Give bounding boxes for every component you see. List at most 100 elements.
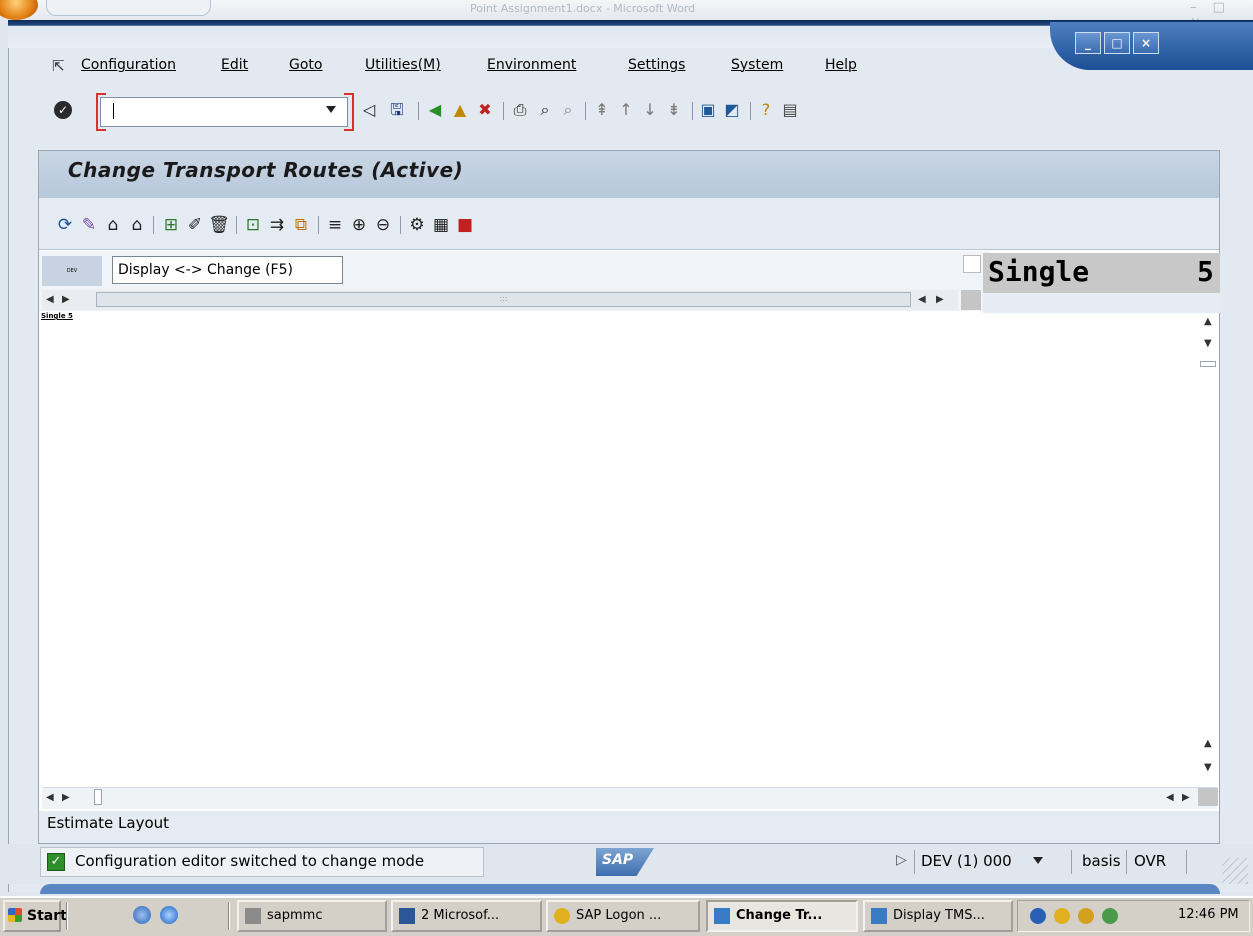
enter-icon[interactable]: ✓ <box>54 101 72 119</box>
menu-goto[interactable]: Goto <box>289 57 322 73</box>
taskbar-item-display-tms[interactable]: Display TMS... <box>863 900 1013 932</box>
security-tray-icon[interactable] <box>1078 908 1094 924</box>
taskbar-item-microsoft-word[interactable]: 2 Microsof... <box>391 900 542 932</box>
scroll-right-icon[interactable]: ▶ <box>1182 792 1190 803</box>
vertical-scroll-thumb[interactable] <box>1200 361 1216 367</box>
taskbar-item-sapmmc[interactable]: sapmmc <box>237 900 387 932</box>
settings-icon[interactable]: ⚙ <box>406 214 428 236</box>
toolbar-separator <box>585 102 586 120</box>
menu-configuration[interactable]: Configuration <box>81 57 176 73</box>
overview-mini-tile[interactable]: DEV <box>42 256 102 286</box>
show-desktop-icon[interactable] <box>133 906 151 924</box>
new-session-icon[interactable]: ▣ <box>698 100 718 120</box>
print-icon[interactable]: ⎙ <box>510 100 530 120</box>
command-history-dropdown-icon[interactable] <box>326 106 336 113</box>
help-tray-icon[interactable] <box>1030 908 1046 924</box>
last-page-icon[interactable]: ⇟ <box>664 100 684 120</box>
previous-page-icon[interactable]: ↑ <box>616 100 636 120</box>
tiny-node-label[interactable]: Single 5 <box>41 312 73 320</box>
menu-help[interactable]: Help <box>825 57 857 73</box>
toolbar-separator <box>750 102 751 120</box>
help-icon[interactable]: ? <box>756 100 776 120</box>
display-change-icon[interactable]: ✎ <box>78 214 100 236</box>
info-icon[interactable]: ■ <box>454 214 476 236</box>
scrollbar-thumb[interactable] <box>94 789 102 805</box>
refresh-icon[interactable]: ⟳ <box>54 214 76 236</box>
word-window-controls[interactable]: – □ × <box>1190 0 1250 30</box>
legend-icon[interactable]: ▦ <box>430 214 452 236</box>
menu-exit-icon[interactable]: ⇱ <box>52 57 70 75</box>
menu-utilities[interactable]: Utilities(M) <box>365 57 441 73</box>
scrollbar-thumb[interactable]: ::: <box>96 292 911 307</box>
graphic-horizontal-scrollbar[interactable] <box>42 787 1217 809</box>
scroll-left-icon[interactable]: ◀ <box>918 294 926 305</box>
shortcut-icon[interactable]: ◩ <box>722 100 742 120</box>
sap-tray-icon[interactable] <box>1054 908 1070 924</box>
add-transport-route-icon[interactable]: ⊞ <box>160 214 182 236</box>
taskbar-item-change-transport[interactable]: Change Tr... <box>706 900 858 932</box>
taskbar-item-label: SAP Logon ... <box>576 908 662 923</box>
scroll-left-icon[interactable]: ◀ <box>1166 792 1174 803</box>
scroll-left-icon[interactable]: ◀ <box>46 294 54 305</box>
fit-icon[interactable]: ⊡ <box>242 214 264 236</box>
collapse-command-icon[interactable]: ◁ <box>359 100 379 120</box>
node-strip <box>983 293 1220 313</box>
align-icon[interactable]: ≡ <box>324 214 346 236</box>
find-next-icon[interactable]: ⌕ <box>558 100 578 120</box>
zoom-in-icon[interactable]: ⊕ <box>348 214 370 236</box>
insert-mode[interactable]: OVR <box>1134 852 1166 870</box>
estimate-layout-label: Estimate Layout <box>39 811 1219 843</box>
taskbar-item-label: Change Tr... <box>736 908 823 923</box>
taskbar-item-label: 2 Microsof... <box>421 908 500 923</box>
overview-checkbox[interactable] <box>963 255 981 273</box>
menu-environment[interactable]: Environment <box>487 57 576 73</box>
taskbar-item-sap-logon[interactable]: SAP Logon ... <box>546 900 700 932</box>
menu-system[interactable]: System <box>731 57 783 73</box>
scroll-right-icon[interactable]: ▶ <box>62 294 70 305</box>
scroll-right-icon[interactable]: ▶ <box>936 294 944 305</box>
virtual-system-icon[interactable]: ⌂ <box>126 214 148 236</box>
scroll-right-icon[interactable]: ▶ <box>62 792 70 803</box>
sapmmc-icon <box>245 908 261 924</box>
resize-grip[interactable] <box>1222 858 1248 884</box>
scroll-left-icon[interactable]: ◀ <box>46 792 54 803</box>
create-system-icon[interactable]: ⌂ <box>102 214 124 236</box>
zoom-out-icon[interactable]: ⊖ <box>372 214 394 236</box>
delete-icon[interactable]: 🗑 <box>208 214 230 236</box>
save-icon[interactable]: 🖫 <box>387 100 407 120</box>
next-page-icon[interactable]: ↓ <box>640 100 660 120</box>
configure-icon[interactable]: ⧉ <box>290 214 312 236</box>
taskbar-separator <box>228 902 230 930</box>
scroll-down-icon[interactable]: ▼ <box>1204 338 1212 349</box>
toolbar-separator <box>318 216 319 234</box>
taskbar-separator <box>66 902 68 930</box>
close-button[interactable]: × <box>1133 32 1159 54</box>
exit-icon[interactable]: ▲ <box>450 100 470 120</box>
back-icon[interactable]: ◀ <box>425 100 445 120</box>
find-icon[interactable]: ⌕ <box>535 100 555 120</box>
toolbar-separator <box>418 102 419 120</box>
scroll-down-icon[interactable]: ▼ <box>1204 762 1212 773</box>
toolbar-separator <box>692 102 693 120</box>
edit-icon[interactable]: ✐ <box>184 214 206 236</box>
page-title: Change Transport Routes (Active) <box>68 158 464 182</box>
text-cursor <box>113 103 114 119</box>
menu-settings[interactable]: Settings <box>628 57 685 73</box>
scroll-up-icon[interactable]: ▲ <box>1204 738 1212 749</box>
distribute-icon[interactable]: ⇉ <box>266 214 288 236</box>
maximize-button[interactable]: □ <box>1104 32 1130 54</box>
toolbar-separator <box>153 216 154 234</box>
windows-logo-icon <box>8 908 22 922</box>
network-tray-icon[interactable] <box>1102 908 1118 924</box>
expand-status-icon[interactable]: ▷ <box>896 852 907 868</box>
internet-explorer-icon[interactable] <box>160 906 178 924</box>
cancel-icon[interactable]: ✖ <box>475 100 495 120</box>
scroll-up-icon[interactable]: ▲ <box>1204 316 1212 327</box>
command-field[interactable] <box>100 97 348 127</box>
quick-access-toolbar[interactable] <box>46 0 211 16</box>
system-info-dropdown-icon[interactable] <box>1033 857 1043 864</box>
layout-menu-icon[interactable]: ▤ <box>780 100 800 120</box>
first-page-icon[interactable]: ⇞ <box>592 100 612 120</box>
minimize-button[interactable]: _ <box>1075 32 1101 54</box>
menu-edit[interactable]: Edit <box>221 57 248 73</box>
